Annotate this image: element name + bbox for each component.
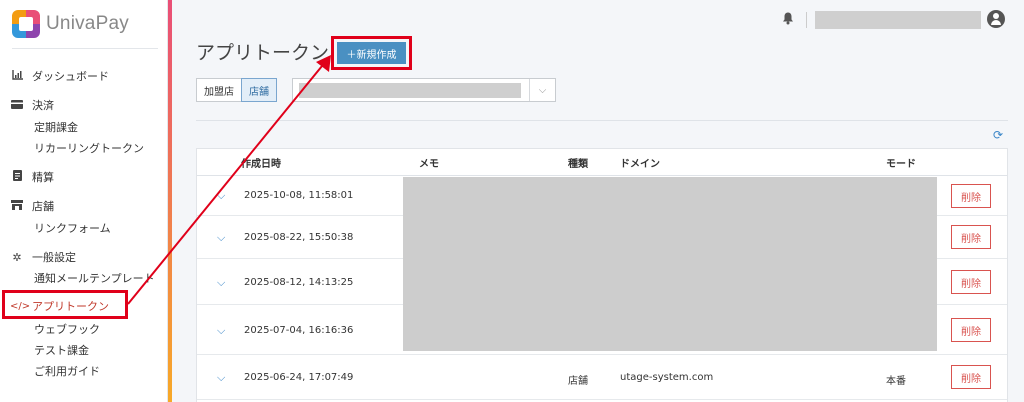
delete-button[interactable]: 削除 — [951, 270, 991, 294]
sidebar-item-subscriptions[interactable]: 定期課金 — [34, 119, 78, 135]
delete-button[interactable]: 削除 — [951, 225, 991, 249]
domain-cell: utage-system.com — [620, 372, 714, 383]
chart-icon — [10, 69, 24, 83]
sidebar-item-webhooks[interactable]: ウェブフック — [34, 321, 100, 337]
page-title: アプリトークン — [196, 42, 330, 64]
sidebar-item-label: 店舗 — [32, 200, 54, 213]
store-name-redacted — [299, 83, 521, 98]
owner-type-toggle: 加盟店 店舗 — [196, 78, 277, 102]
sidebar-item-test-charges[interactable]: テスト課金 — [34, 342, 89, 358]
created-cell: 2025-08-22, 15:50:38 — [244, 232, 354, 243]
sidebar-item-user-guide[interactable]: ご利用ガイド — [34, 363, 100, 379]
type-cell: 店舗 — [568, 376, 588, 387]
header-separator — [806, 12, 807, 28]
delete-button[interactable]: 削除 — [951, 365, 991, 389]
store-icon — [10, 199, 24, 213]
delete-button[interactable]: 削除 — [951, 318, 991, 342]
chevron-down-icon: ⌵ — [529, 79, 555, 101]
sidebar-item-dashboard[interactable]: ダッシュボード — [10, 68, 109, 84]
chevron-down-icon[interactable]: ⌵ — [217, 231, 225, 245]
column-header-domain: ドメイン — [620, 159, 660, 170]
sidebar-item-label: ダッシュボード — [32, 70, 109, 83]
bell-icon[interactable] — [782, 12, 794, 29]
column-header-created[interactable]: 作成日時 — [241, 155, 281, 170]
sidebar-divider — [12, 48, 158, 49]
app-tokens-table: 作成日時 メモ 種類 ドメイン モード ⌵ 2025-10-08, 11:58:… — [196, 148, 1008, 402]
created-cell: 2025-06-24, 17:07:49 — [244, 372, 354, 383]
brand-name: UnivaPay — [46, 13, 129, 34]
new-token-button[interactable]: ＋新規作成 — [337, 42, 406, 64]
chevron-down-icon[interactable]: ⌵ — [217, 189, 225, 203]
column-header-memo: メモ — [419, 159, 439, 170]
gear-icon: ✲ — [12, 250, 22, 264]
mode-cell: 本番 — [886, 376, 906, 387]
sidebar-item-email-templates[interactable]: 通知メールテンプレート — [34, 270, 155, 286]
created-cell: 2025-10-08, 11:58:01 — [244, 190, 354, 201]
sidebar-item-label: 精算 — [32, 171, 54, 184]
store-select[interactable]: ⌵ — [292, 78, 556, 102]
sidebar-item-stores[interactable]: 店舗 — [10, 198, 54, 214]
store-toggle-button[interactable]: 店舗 — [241, 78, 277, 102]
chevron-down-icon[interactable]: ⌵ — [217, 324, 225, 338]
column-header-mode: モード — [886, 159, 916, 170]
sidebar-item-payments[interactable]: 決済 — [10, 97, 54, 113]
table-row[interactable]: ⌵ 2025-06-24, 17:07:49 店舗 utage-system.c… — [197, 355, 1007, 400]
sidebar: UnivaPay ダッシュボード 決済 定期課金 リカーリングトークン 精算 店… — [0, 0, 168, 402]
sidebar-item-settlement[interactable]: 精算 — [10, 169, 54, 185]
sidebar-item-link-forms[interactable]: リンクフォーム — [34, 220, 111, 236]
created-cell: 2025-08-12, 14:13:25 — [244, 277, 354, 288]
redacted-rows-area — [403, 177, 937, 351]
merchant-toggle-button[interactable]: 加盟店 — [196, 78, 242, 102]
brand-logo[interactable]: UnivaPay — [12, 10, 129, 38]
sidebar-item-label: 一般設定 — [32, 251, 76, 264]
account-name-redacted[interactable] — [815, 11, 981, 29]
delete-button[interactable]: 削除 — [951, 184, 991, 208]
univapay-logo-icon — [12, 10, 40, 38]
sidebar-item-general-settings[interactable]: ✲ 一般設定 — [10, 249, 76, 265]
sidebar-accent-strip — [168, 0, 172, 402]
content-divider — [196, 120, 1008, 121]
highlight-box-sidebar — [2, 290, 128, 319]
user-circle-icon[interactable] — [987, 10, 1005, 28]
card-icon — [10, 99, 24, 112]
chevron-down-icon[interactable]: ⌵ — [217, 276, 225, 290]
chevron-down-icon[interactable]: ⌵ — [217, 371, 225, 385]
sidebar-item-label: 決済 — [32, 99, 54, 112]
refresh-icon[interactable]: ⟳ — [993, 128, 1003, 142]
created-cell: 2025-07-04, 16:16:36 — [244, 325, 354, 336]
document-icon — [10, 170, 24, 184]
column-header-type: 種類 — [568, 159, 588, 170]
sidebar-item-recurring-tokens[interactable]: リカーリングトークン — [34, 140, 144, 156]
